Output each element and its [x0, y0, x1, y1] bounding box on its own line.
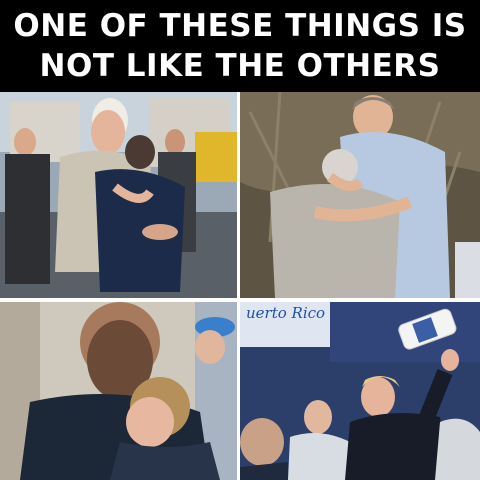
caption-line-2: NOT LIKE THE OTHERS — [39, 48, 441, 84]
photo-panel-4: uerto Rico — [240, 302, 480, 480]
photo-crowd — [240, 302, 480, 480]
photo-hug-3 — [0, 302, 237, 480]
photo-panel-2 — [240, 92, 480, 298]
photo-grid: uerto Rico — [0, 92, 480, 480]
sign-text: uerto Rico — [246, 304, 326, 322]
meme-caption: ONE OF THESE THINGS IS NOT LIKE THE OTHE… — [0, 0, 480, 92]
photo-hug-2 — [240, 92, 480, 298]
photo-hug-1 — [0, 92, 237, 298]
caption-line-1: ONE OF THESE THINGS IS — [13, 8, 467, 44]
photo-panel-1 — [0, 92, 237, 298]
photo-panel-3 — [0, 302, 237, 480]
